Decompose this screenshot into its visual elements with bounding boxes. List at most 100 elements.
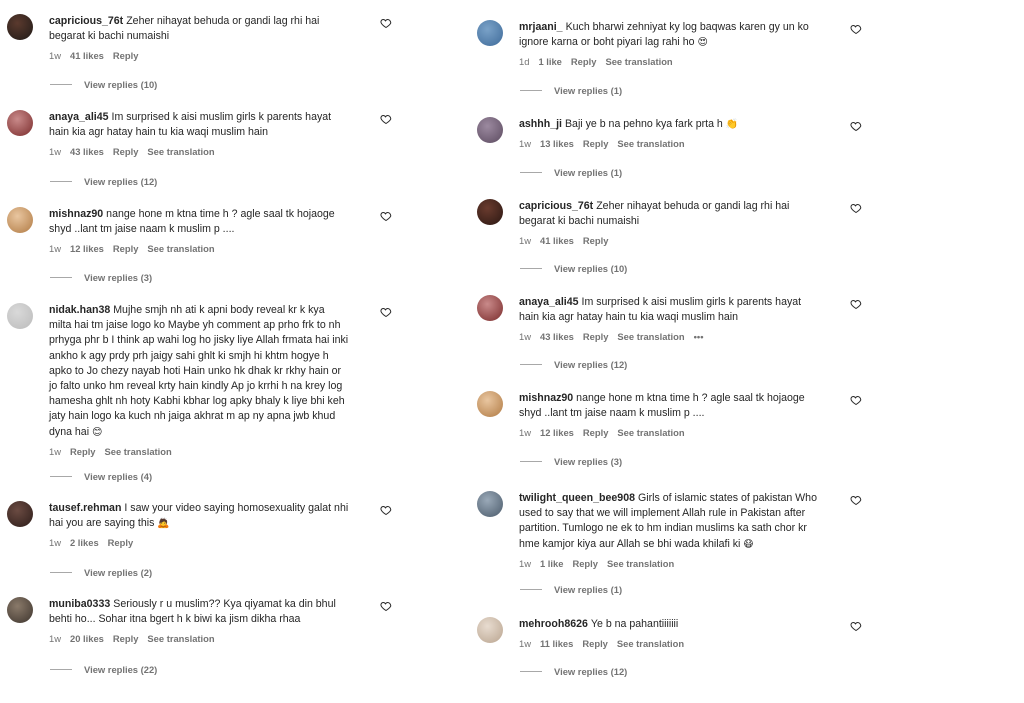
comment-likes[interactable]: 12 likes	[540, 427, 574, 438]
reply-button[interactable]: Reply	[113, 50, 139, 61]
comment-username[interactable]: capricious_76t	[519, 200, 593, 212]
view-replies-button[interactable]: View replies (4)	[50, 471, 152, 482]
comment-username[interactable]: anaya_ali45	[519, 296, 579, 308]
comment-username[interactable]: mrjaani_	[519, 21, 563, 33]
comment-time: 1w	[519, 638, 531, 650]
reply-button[interactable]: Reply	[582, 638, 608, 649]
see-translation-link[interactable]: See translation	[147, 243, 214, 254]
view-replies-button[interactable]: View replies (22)	[50, 664, 157, 675]
avatar[interactable]	[477, 117, 503, 143]
comment-likes[interactable]: 20 likes	[70, 633, 104, 644]
avatar[interactable]	[7, 14, 33, 40]
reply-button[interactable]: Reply	[70, 446, 96, 457]
comment-text: Baji ye b na pehno kya fark prta h	[564, 118, 723, 130]
view-replies-label: View replies (2)	[84, 567, 153, 578]
comment-body: mishnaz90 nange hone m ktna time h ? agle…	[519, 391, 819, 438]
comment-username[interactable]: ashhh_ji	[519, 118, 562, 130]
see-translation-link[interactable]: See translation	[147, 146, 214, 157]
view-replies-button[interactable]: View replies (12)	[520, 666, 627, 677]
comment-likes[interactable]: 41 likes	[70, 50, 104, 61]
comment-likes[interactable]: 13 likes	[540, 138, 574, 149]
more-options-icon[interactable]: •••	[694, 331, 704, 342]
comment-meta: 1w 11 likes Reply See translation	[519, 638, 819, 649]
like-heart-icon[interactable]	[380, 112, 392, 125]
view-replies-button[interactable]: View replies (12)	[50, 176, 157, 187]
avatar[interactable]	[477, 199, 503, 225]
avatar[interactable]	[477, 491, 503, 517]
see-translation-link[interactable]: See translation	[105, 446, 172, 457]
like-heart-icon[interactable]	[380, 599, 392, 612]
view-replies-label: View replies (10)	[554, 263, 628, 274]
view-replies-button[interactable]: View replies (10)	[520, 263, 627, 274]
view-replies-button[interactable]: View replies (1)	[520, 167, 622, 178]
comment-likes[interactable]: 41 likes	[540, 235, 574, 246]
comment-likes[interactable]: 2 likes	[70, 537, 99, 548]
reply-button[interactable]: Reply	[571, 56, 597, 67]
like-heart-icon[interactable]	[850, 393, 862, 406]
comment-username[interactable]: tausef.rehman	[49, 502, 121, 514]
avatar[interactable]	[477, 20, 503, 46]
comment-text: Mujhe smjh nh ati k apni body reveal kr …	[49, 304, 349, 438]
like-heart-icon[interactable]	[380, 305, 392, 318]
like-heart-icon[interactable]	[380, 503, 392, 516]
view-replies-button[interactable]: View replies (2)	[50, 567, 152, 578]
reply-button[interactable]: Reply	[572, 558, 598, 569]
view-replies-button[interactable]: View replies (12)	[520, 359, 627, 370]
like-heart-icon[interactable]	[380, 209, 392, 222]
like-heart-icon[interactable]	[850, 22, 862, 35]
comment-likes[interactable]: 11 likes	[540, 638, 573, 649]
view-replies-button[interactable]: View replies (3)	[50, 272, 152, 283]
like-heart-icon[interactable]	[850, 201, 862, 214]
comment-time: 1w	[519, 557, 531, 569]
comment-likes[interactable]: 1 like	[540, 558, 563, 569]
like-heart-icon[interactable]	[850, 493, 862, 506]
comment-likes[interactable]: 1 like	[538, 56, 561, 67]
see-translation-link[interactable]: See translation	[607, 558, 674, 569]
reply-button[interactable]: Reply	[113, 243, 139, 254]
like-heart-icon[interactable]	[850, 119, 862, 132]
comment-username[interactable]: capricious_76t	[49, 15, 123, 27]
comment-likes[interactable]: 12 likes	[70, 243, 104, 254]
reply-button[interactable]: Reply	[113, 146, 139, 157]
avatar[interactable]	[7, 501, 33, 527]
see-translation-link[interactable]: See translation	[147, 633, 214, 644]
comment-username[interactable]: anaya_ali45	[49, 111, 109, 123]
comment-likes[interactable]: 43 likes	[540, 331, 574, 342]
comment-likes[interactable]: 43 likes	[70, 146, 104, 157]
comment-username[interactable]: twilight_queen_bee908	[519, 492, 635, 504]
comment-username[interactable]: mishnaz90	[519, 392, 573, 404]
comment-username[interactable]: nidak.han38	[49, 304, 110, 316]
view-replies-label: View replies (3)	[84, 272, 153, 283]
avatar[interactable]	[7, 303, 33, 329]
like-heart-icon[interactable]	[850, 297, 862, 310]
avatar[interactable]	[7, 110, 33, 136]
comment-username[interactable]: muniba0333	[49, 598, 110, 610]
reply-button[interactable]: Reply	[108, 537, 134, 548]
like-heart-icon[interactable]	[380, 16, 392, 29]
comment-username[interactable]: mehrooh8626	[519, 618, 588, 630]
reply-button[interactable]: Reply	[583, 138, 609, 149]
view-replies-button[interactable]: View replies (1)	[520, 85, 622, 96]
comment-text-line: twilight_queen_bee908 Girls of islamic st…	[519, 491, 819, 552]
see-translation-link[interactable]: See translation	[617, 638, 684, 649]
view-replies-button[interactable]: View replies (10)	[50, 79, 157, 90]
reply-button[interactable]: Reply	[113, 633, 139, 644]
avatar[interactable]	[477, 617, 503, 643]
reply-button[interactable]: Reply	[583, 427, 609, 438]
view-replies-button[interactable]: View replies (3)	[520, 456, 622, 467]
comment-text-line: anaya_ali45 Im surprised k aisi muslim gi…	[519, 295, 819, 325]
see-translation-link[interactable]: See translation	[617, 331, 684, 342]
avatar[interactable]	[7, 207, 33, 233]
reply-button[interactable]: Reply	[583, 331, 609, 342]
view-replies-button[interactable]: View replies (1)	[520, 584, 622, 595]
comment-meta: 1w 43 likes Reply See translation	[49, 146, 349, 157]
comment-username[interactable]: mishnaz90	[49, 208, 103, 220]
like-heart-icon[interactable]	[850, 619, 862, 632]
avatar[interactable]	[7, 597, 33, 623]
see-translation-link[interactable]: See translation	[617, 138, 684, 149]
avatar[interactable]	[477, 295, 503, 321]
see-translation-link[interactable]: See translation	[605, 56, 672, 67]
avatar[interactable]	[477, 391, 503, 417]
see-translation-link[interactable]: See translation	[617, 427, 684, 438]
reply-button[interactable]: Reply	[583, 235, 609, 246]
